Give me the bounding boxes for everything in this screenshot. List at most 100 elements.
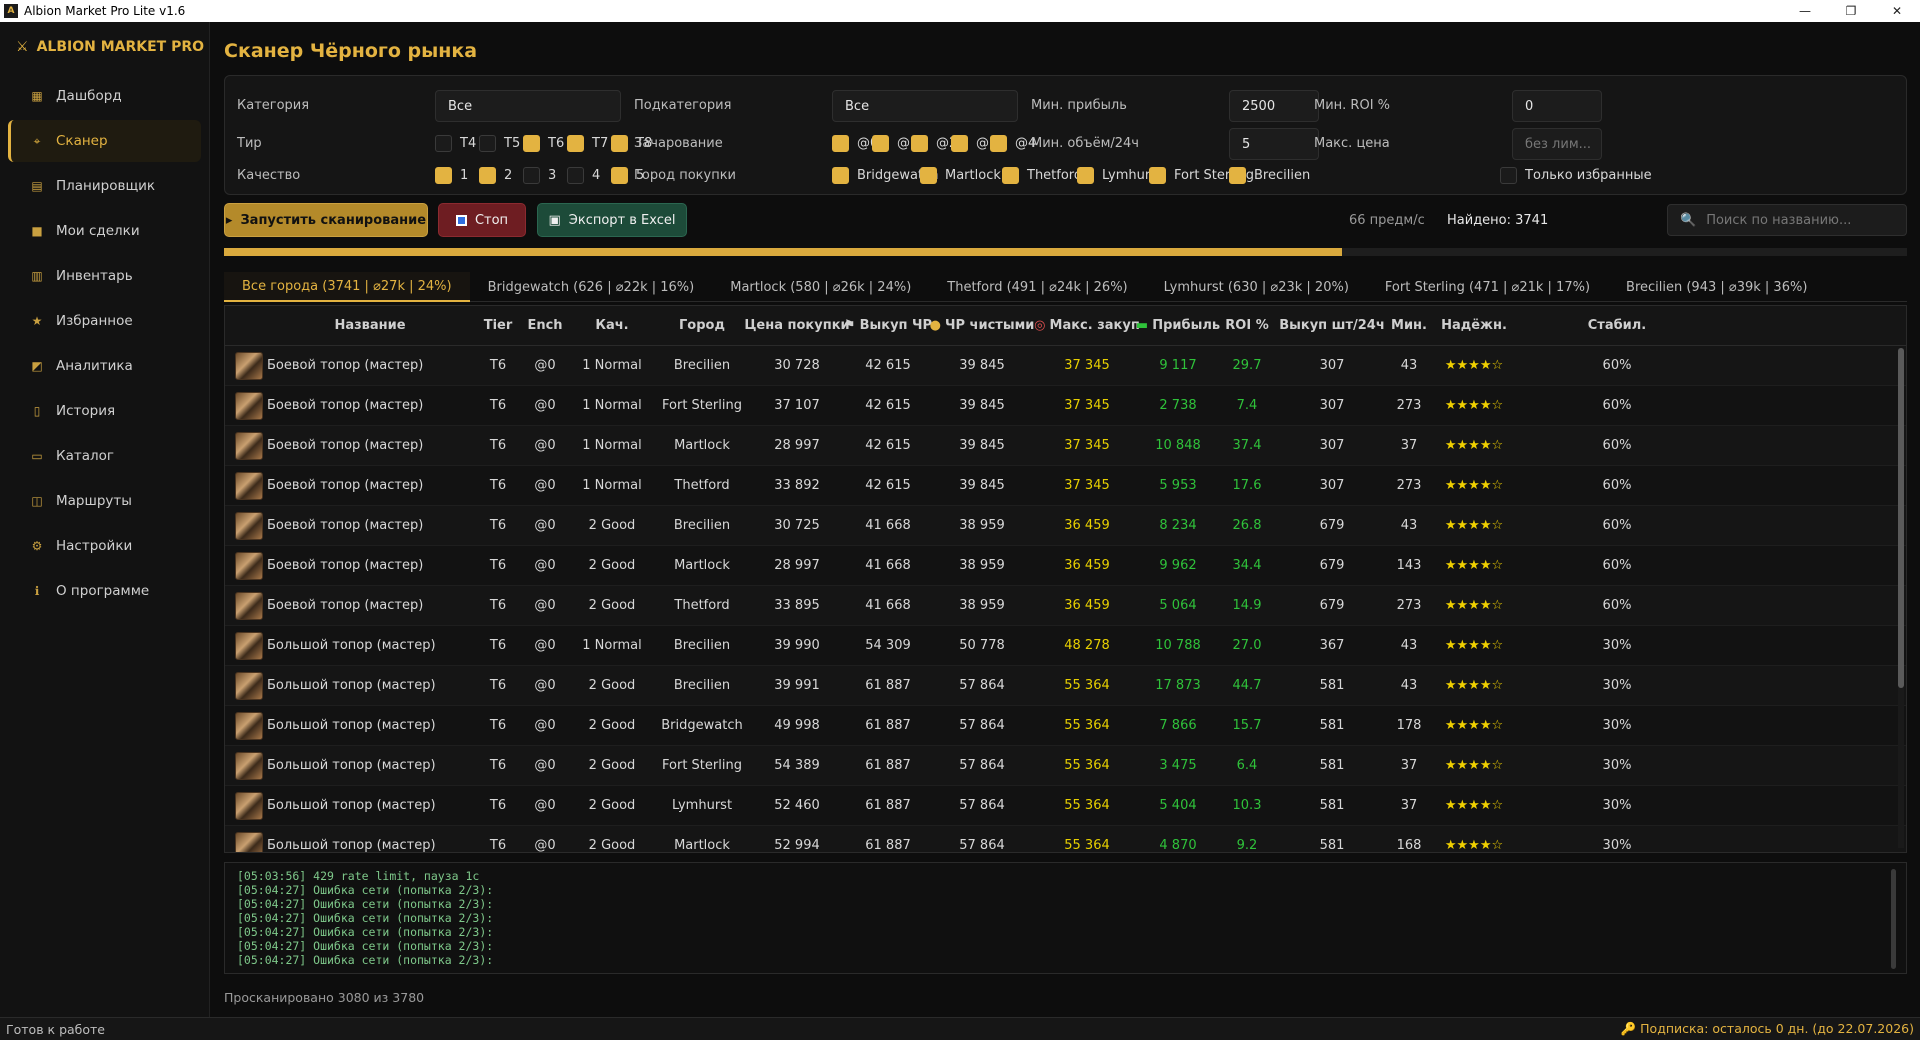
sidebar-item-6[interactable]: ◩ Аналитика — [8, 345, 201, 387]
header-max-buy[interactable]: ◎ Макс. закуп — [1034, 306, 1140, 346]
tiers-checkbox-3[interactable]: T7 — [567, 135, 608, 152]
tab-city-6[interactable]: Brecilien (943 | ⌀39k | 36%) — [1608, 272, 1825, 302]
sidebar-item-5[interactable]: ★ Избранное — [8, 300, 201, 342]
header-ench[interactable]: Ench — [523, 306, 567, 346]
tab-city-1[interactable]: Bridgewatch (626 | ⌀22k | 16%) — [470, 272, 713, 302]
table-row[interactable]: Боевой топор (мастер) T6 @0 1 Normal Brecili… — [225, 346, 1906, 386]
header-bm-buyout[interactable]: ⚑ Выкуп ЧР — [844, 306, 932, 346]
log-scrollbar[interactable] — [1891, 869, 1896, 969]
tab-city-3[interactable]: Thetford (491 | ⌀24k | 26%) — [929, 272, 1145, 302]
header-volume[interactable]: Выкуп шт/24ч — [1277, 306, 1387, 346]
table-row[interactable]: Боевой топор (мастер) T6 @0 1 Normal Martloc… — [225, 426, 1906, 466]
table-row[interactable]: Большой топор (мастер) T6 @0 2 Good Brecilie… — [225, 666, 1906, 706]
sidebar-item-9[interactable]: ◫ Маршруты — [8, 480, 201, 522]
start-scan-button[interactable]: ▸ Запустить сканирование — [224, 203, 428, 237]
cell-min: 168 — [1396, 838, 1422, 853]
sidebar-item-1[interactable]: ⌖ Сканер — [8, 120, 201, 162]
cell-net: 38 959 — [959, 598, 1005, 613]
export-excel-button[interactable]: ▣ Экспорт в Excel — [537, 203, 687, 237]
minimize-button[interactable]: — — [1782, 0, 1828, 22]
cell-stab: 60% — [1602, 598, 1632, 613]
stop-button[interactable]: Стоп — [438, 203, 526, 237]
cell-buy: 37 107 — [774, 398, 820, 413]
sidebar-item-2[interactable]: ▤ Планировщик — [8, 165, 201, 207]
checkbox-label: 2 — [504, 168, 513, 183]
cell-profit: 8 234 — [1159, 518, 1197, 533]
tiers-checkbox-2[interactable]: T6 — [523, 135, 564, 152]
header-tier[interactable]: Tier — [473, 306, 523, 346]
scan-speed: 66 предм/с — [1349, 213, 1425, 228]
cities-checkbox-2[interactable]: Thetford — [1002, 167, 1082, 184]
table-row[interactable]: Большой топор (мастер) T6 @0 2 Good Lymhurst… — [225, 786, 1906, 826]
header-min[interactable]: Мин. — [1387, 306, 1431, 346]
tiers-checkbox-1[interactable]: T5 — [479, 135, 520, 152]
favorites-only-checkbox[interactable]: Только избранные — [1500, 167, 1652, 184]
table-row[interactable]: Боевой топор (мастер) T6 @0 1 Normal Fort St… — [225, 386, 1906, 426]
header-bm-net[interactable]: ● ЧР чистыми — [929, 306, 1035, 346]
table-row[interactable]: Большой топор (мастер) T6 @0 2 Good Martlock… — [225, 826, 1906, 853]
close-button[interactable]: ✕ — [1874, 0, 1920, 22]
table-row[interactable]: Большой топор (мастер) T6 @0 2 Good Bridgewa… — [225, 706, 1906, 746]
cell-name: Боевой топор (мастер) — [267, 358, 424, 373]
tab-city-5[interactable]: Fort Sterling (471 | ⌀21k | 17%) — [1367, 272, 1608, 302]
table-row[interactable]: Боевой топор (мастер) T6 @0 1 Normal Thetfor… — [225, 466, 1906, 506]
cell-q: 1 Normal — [582, 358, 642, 373]
header-roi[interactable]: ROI % — [1217, 306, 1277, 346]
table-row[interactable]: Боевой топор (мастер) T6 @0 2 Good Thetford 3… — [225, 586, 1906, 626]
sidebar-item-0[interactable]: ▦ Дашборд — [8, 75, 201, 117]
enchants-checkbox-4[interactable]: @4 — [990, 135, 1036, 152]
maximize-button[interactable]: ❐ — [1828, 0, 1874, 22]
min-volume-input[interactable]: 5 — [1229, 128, 1319, 160]
tab-city-4[interactable]: Lymhurst (630 | ⌀23k | 20%) — [1146, 272, 1367, 302]
table-row[interactable]: Большой топор (мастер) T6 @0 1 Normal Brecil… — [225, 626, 1906, 666]
sidebar-item-11[interactable]: ℹ О программе — [8, 570, 201, 612]
filters-panel: Категория Все Подкатегория Все Мин. приб… — [224, 75, 1907, 195]
cell-city: Brecilien — [673, 358, 731, 373]
qualities-checkbox-1[interactable]: 2 — [479, 167, 512, 184]
header-city[interactable]: Город — [657, 306, 747, 346]
cell-q: 2 Good — [588, 518, 636, 533]
tab-city-0[interactable]: Все города (3741 | ⌀27k | 24%) — [224, 272, 470, 302]
cell-bm: 42 615 — [865, 358, 911, 373]
sidebar-item-8[interactable]: ▭ Каталог — [8, 435, 201, 477]
sidebar-item-4[interactable]: ▥ Инвентарь — [8, 255, 201, 297]
scrollbar-thumb[interactable] — [1898, 348, 1904, 688]
header-reliability[interactable]: Надёжн. — [1431, 306, 1517, 346]
cell-tier: T6 — [489, 838, 507, 853]
search-input[interactable]: 🔍 Поиск по названию... — [1667, 204, 1907, 236]
max-price-label: Макс. цена — [1314, 136, 1390, 151]
cell-ench: @0 — [534, 758, 556, 773]
cell-city: Martlock — [674, 558, 730, 573]
min-profit-input[interactable]: 2500 — [1229, 90, 1319, 122]
qualities-checkbox-0[interactable]: 1 — [435, 167, 468, 184]
cities-checkbox-1[interactable]: Martlock — [920, 167, 1001, 184]
play-icon: ▸ — [225, 212, 233, 228]
sidebar-item-10[interactable]: ⚙ Настройки — [8, 525, 201, 567]
min-roi-input[interactable]: 0 — [1512, 90, 1602, 122]
qualities-checkbox-2[interactable]: 3 — [523, 167, 556, 184]
header-name[interactable]: Название — [267, 306, 473, 346]
tab-city-2[interactable]: Martlock (580 | ⌀26k | 24%) — [712, 272, 929, 302]
cell-max: 37 345 — [1064, 398, 1110, 413]
checkbox-box — [832, 135, 849, 152]
qualities-checkbox-3[interactable]: 4 — [567, 167, 600, 184]
table-row[interactable]: Боевой топор (мастер) T6 @0 2 Good Martlock 2… — [225, 546, 1906, 586]
header-profit[interactable]: ▬ Прибыль — [1136, 306, 1220, 346]
header-buy-price[interactable]: Цена покупки — [744, 306, 849, 346]
table-row[interactable]: Боевой топор (мастер) T6 @0 2 Good Brecilien… — [225, 506, 1906, 546]
sidebar-item-3[interactable]: ■ Мои сделки — [8, 210, 201, 252]
category-select[interactable]: Все — [435, 90, 621, 122]
cell-tier: T6 — [489, 398, 507, 413]
table-scrollbar[interactable] — [1898, 348, 1904, 848]
log-line: [05:04:27] Ошибка сети (попытка 2/3): — [237, 939, 494, 953]
subcategory-select[interactable]: Все — [832, 90, 1018, 122]
cell-name: Большой топор (мастер) — [267, 758, 436, 773]
tiers-checkbox-0[interactable]: T4 — [435, 135, 476, 152]
sidebar-item-7[interactable]: ▯ История — [8, 390, 201, 432]
header-quality[interactable]: Кач. — [567, 306, 657, 346]
table-row[interactable]: Большой топор (мастер) T6 @0 2 Good Fort Ste… — [225, 746, 1906, 786]
cities-checkbox-5[interactable]: Brecilien — [1229, 167, 1310, 184]
max-price-input[interactable]: без лим... — [1512, 128, 1602, 160]
header-stability[interactable]: Стабил. — [1517, 306, 1717, 346]
cell-rel: ★★★★☆ — [1444, 558, 1504, 573]
